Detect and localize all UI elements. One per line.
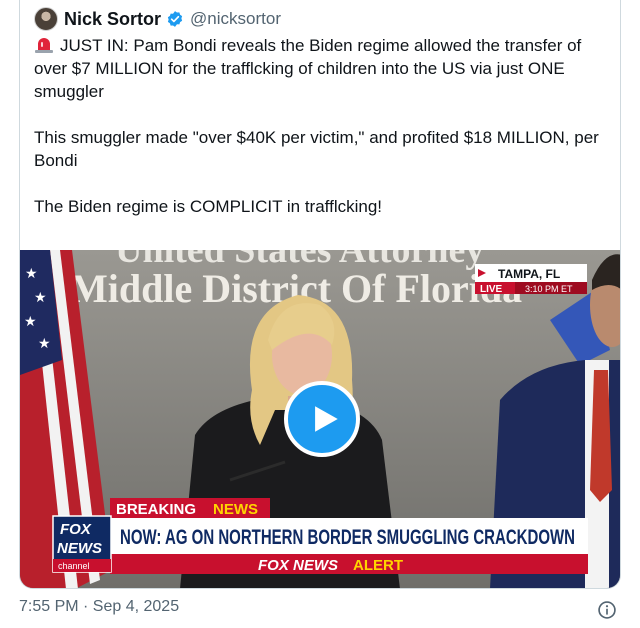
breaking-label-1: BREAKING <box>116 501 196 518</box>
play-button[interactable] <box>284 381 360 457</box>
tweet-paragraph-2: This smuggler made "over $40K per victim… <box>34 128 599 170</box>
svg-text:★: ★ <box>38 337 51 352</box>
tweet-text: JUST IN: Pam Bondi reveals the Biden reg… <box>34 34 609 218</box>
author-name[interactable]: Nick Sortor <box>64 9 161 30</box>
breaking-label-2: NEWS <box>213 501 258 518</box>
avatar[interactable] <box>34 7 58 31</box>
tweet-timestamp[interactable]: 7:55 PM · Sep 4, 2025 <box>19 598 179 616</box>
fox-news-logo: FOX NEWS channel <box>52 515 112 573</box>
alert-word: ALERT <box>353 557 403 574</box>
location-text: TAMPA, FL <box>498 267 560 281</box>
headline: NOW: AG ON NORTHERN BORDER SMUGGLING CRA… <box>120 526 575 549</box>
live-time: 3:10 PM ET <box>525 284 573 294</box>
tweet-paragraph-1: JUST IN: Pam Bondi reveals the Biden reg… <box>34 34 609 103</box>
siren-emoji-icon <box>34 36 54 54</box>
info-icon[interactable] <box>597 600 617 620</box>
tweet-paragraph-3: The Biden regime is COMPLICIT in trafflc… <box>34 197 383 216</box>
tweet-header: Nick Sortor @nicksortor <box>34 6 281 32</box>
location-badge: TAMPA, FL LIVE 3:10 PM ET <box>475 264 587 295</box>
alert-brand: FOX NEWS <box>258 557 338 574</box>
tweet-card[interactable]: Nick Sortor @nicksortor JUST IN: Pam Bon… <box>19 0 621 589</box>
author-handle[interactable]: @nicksortor <box>190 9 281 29</box>
tweet-line-1: JUST IN: Pam Bondi reveals the Biden reg… <box>34 36 582 101</box>
svg-text:★: ★ <box>25 267 38 282</box>
logo-line-2: NEWS <box>57 540 102 557</box>
logo-line-1: FOX <box>60 521 92 538</box>
live-label: LIVE <box>480 284 503 295</box>
video-player[interactable]: United States Attorney Middle District O… <box>20 250 620 588</box>
svg-text:★: ★ <box>34 291 47 306</box>
logo-line-3: channel <box>58 561 90 571</box>
play-icon <box>314 406 338 432</box>
verified-badge-icon <box>166 10 184 28</box>
svg-text:★: ★ <box>24 315 37 330</box>
